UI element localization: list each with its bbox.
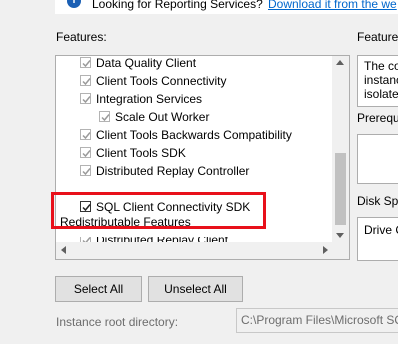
feature-description-box: The co instanc isolate bbox=[357, 55, 398, 107]
tree-item-label: Integration Services bbox=[96, 92, 203, 106]
tree-item-label: Client Tools SDK bbox=[96, 146, 186, 160]
instance-root-field[interactable]: C:\Program Files\Microsoft SQ bbox=[236, 308, 398, 333]
select-all-button[interactable]: Select All bbox=[55, 276, 142, 302]
scroll-thumb[interactable] bbox=[335, 153, 346, 225]
scrollbar-corner bbox=[333, 242, 349, 259]
vertical-scrollbar[interactable] bbox=[332, 56, 349, 242]
checkbox[interactable] bbox=[80, 129, 91, 140]
scroll-up-icon[interactable] bbox=[336, 60, 344, 65]
horizontal-scrollbar[interactable] bbox=[56, 242, 333, 259]
drive-text: Drive C bbox=[364, 223, 398, 237]
desc-line: isolate bbox=[364, 87, 398, 101]
tree-item-label: Distributed Replay Controller bbox=[96, 164, 250, 178]
prerequisites-label: Prerequ bbox=[357, 111, 398, 125]
checkbox[interactable] bbox=[80, 165, 91, 176]
tree-item-label: Client Tools Connectivity bbox=[96, 74, 227, 88]
highlight-box bbox=[51, 192, 266, 229]
checkbox[interactable] bbox=[80, 147, 91, 158]
unselect-all-button[interactable]: Unselect All bbox=[148, 276, 243, 302]
instance-root-label: Instance root directory: bbox=[56, 315, 179, 329]
checkbox[interactable] bbox=[80, 57, 91, 68]
tree-item-label: Scale Out Worker bbox=[115, 110, 210, 124]
checkbox[interactable] bbox=[99, 111, 110, 122]
checkbox[interactable] bbox=[80, 75, 91, 86]
download-link[interactable]: Download it from the we bbox=[268, 0, 397, 11]
desc-line: The co bbox=[364, 59, 398, 73]
disk-space-label: Disk Spa bbox=[357, 194, 398, 208]
checkbox[interactable] bbox=[80, 93, 91, 104]
features-label: Features: bbox=[56, 30, 107, 44]
tree-item-label: Data Quality Client bbox=[96, 56, 197, 70]
scroll-left-icon[interactable] bbox=[61, 246, 66, 254]
scroll-down-icon[interactable] bbox=[336, 233, 344, 238]
scroll-right-icon[interactable] bbox=[323, 246, 328, 254]
features-tree[interactable]: Data Quality Client Client Tools Connect… bbox=[55, 55, 350, 260]
desc-line: instanc bbox=[364, 73, 398, 87]
instance-root-value: C:\Program Files\Microsoft SQ bbox=[241, 313, 398, 327]
disk-space-box: Drive C bbox=[357, 217, 398, 261]
prerequisites-box bbox=[357, 134, 398, 184]
tree-item-label: Client Tools Backwards Compatibility bbox=[96, 128, 292, 142]
feature-description-label: Feature bbox=[357, 30, 398, 44]
info-text: Looking for Reporting Services? bbox=[92, 0, 263, 11]
